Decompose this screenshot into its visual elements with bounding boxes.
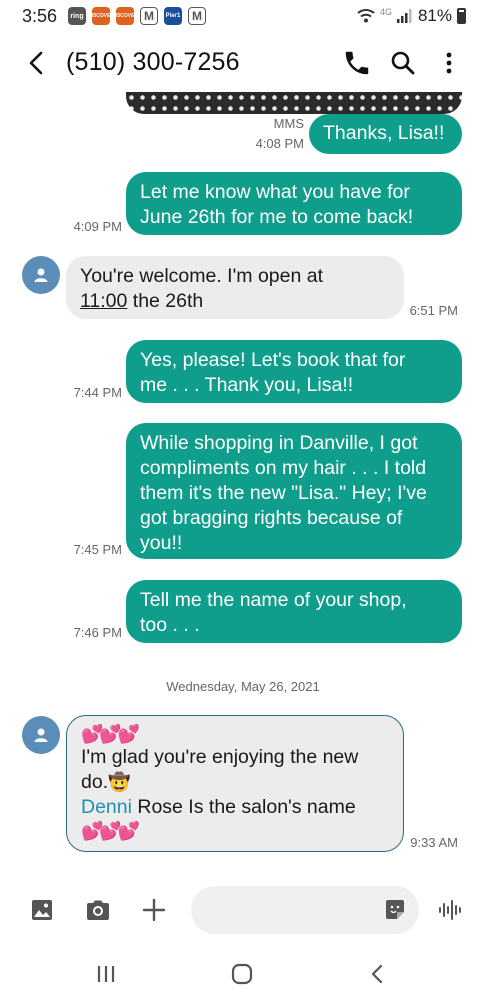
- pier1-notification-icon: Pier1: [164, 7, 182, 25]
- message-text-line: June 26th for me to come back!: [140, 206, 414, 228]
- voice-icon[interactable]: [436, 896, 464, 924]
- system-nav-bar: [0, 948, 486, 1000]
- back-arrow-icon[interactable]: [22, 48, 52, 78]
- contact-title: (510) 300-7256: [66, 48, 240, 76]
- discover-notification-icon-2: DISCOVER: [112, 7, 138, 25]
- date-separator: Wednesday, May 26, 2021: [166, 679, 320, 694]
- contact-avatar[interactable]: [22, 716, 60, 754]
- camera-icon[interactable]: [84, 896, 112, 924]
- message-time: 7:44 PM: [73, 385, 122, 400]
- compose-bar: [0, 884, 486, 940]
- message-text-line: I'm glad you're enjoying the new: [81, 746, 359, 768]
- message-input-container[interactable]: [191, 886, 419, 934]
- sticker-icon[interactable]: [383, 898, 407, 922]
- message-text-line: Yes, please! Let's book that for: [140, 349, 406, 371]
- message-text-line: You're welcome. I'm open at: [80, 265, 324, 287]
- message-time: 4:08 PM: [255, 136, 304, 151]
- status-bar: 3:56 ring DISCOVER DISCOVER M Pier1 M 4G…: [0, 0, 486, 32]
- notification-icons: ring DISCOVER DISCOVER M Pier1 M: [68, 7, 206, 25]
- message-input[interactable]: [207, 898, 377, 916]
- message-text-line: 11:00 the 26th: [80, 290, 204, 312]
- message-text: Thanks, Lisa!!: [323, 122, 445, 144]
- hearts-emoji: 💕💕💕: [81, 821, 140, 841]
- status-right: 4G 81%: [357, 6, 466, 26]
- message-text-line: While shopping in Danville, I got: [140, 432, 418, 454]
- gmail-notification-icon-2: M: [188, 7, 206, 25]
- message-time: 7:46 PM: [73, 625, 122, 640]
- sent-message-bubble[interactable]: Yes, please! Let's book that for me . . …: [126, 340, 462, 403]
- message-time: 9:33 AM: [410, 835, 458, 850]
- sent-message-bubble[interactable]: Tell me the name of your shop, too . . .: [126, 580, 462, 643]
- person-icon: [34, 268, 48, 282]
- battery-percent: 81%: [417, 6, 452, 25]
- plus-icon[interactable]: [140, 896, 168, 924]
- hearts-emoji: 💕💕💕: [81, 724, 140, 744]
- sent-message-bubble[interactable]: Thanks, Lisa!!: [309, 114, 462, 154]
- message-text-line: them it's the new "Lisa." Hey; I've: [140, 482, 427, 504]
- more-vert-icon[interactable]: [434, 48, 464, 78]
- conversation-header: (510) 300-7256: [0, 36, 486, 92]
- wifi-icon: [357, 9, 375, 23]
- mms-label: MMS: [273, 116, 304, 131]
- received-message-bubble[interactable]: You're welcome. I'm open at 11:00 the 26…: [66, 256, 404, 319]
- message-text-line: do.🤠: [81, 771, 131, 793]
- status-time: 3:56: [22, 6, 58, 26]
- message-text-line: Tell me the name of your shop,: [140, 589, 407, 611]
- discover-notification-icon: DISCOVER: [88, 7, 114, 25]
- message-text-line: Let me know what you have for: [140, 181, 410, 203]
- cowboy-emoji: 🤠: [108, 772, 131, 792]
- message-time: 7:45 PM: [73, 542, 122, 557]
- person-icon: [34, 728, 48, 742]
- received-message-bubble-selected[interactable]: 💕💕💕 I'm glad you're enjoying the new do.…: [66, 715, 404, 852]
- message-text-line: compliments on my hair . . . I told: [140, 457, 427, 479]
- message-time: 6:51 PM: [409, 303, 458, 318]
- phone-icon[interactable]: [342, 48, 372, 78]
- message-text-line: me . . . Thank you, Lisa!!: [140, 374, 354, 396]
- contact-name-link[interactable]: Denni: [81, 796, 132, 818]
- ring-notification-icon: ring: [68, 7, 86, 25]
- gallery-icon[interactable]: [28, 896, 56, 924]
- gmail-notification-icon: M: [140, 7, 158, 25]
- recents-icon[interactable]: [94, 962, 118, 986]
- time-link[interactable]: 11:00: [80, 290, 127, 312]
- battery-icon: [457, 8, 466, 24]
- search-icon[interactable]: [388, 48, 418, 78]
- message-time: 4:09 PM: [73, 219, 122, 234]
- home-icon[interactable]: [230, 962, 254, 986]
- network-type: 4G: [379, 7, 392, 17]
- mms-image-attachment[interactable]: [126, 92, 462, 114]
- message-list[interactable]: MMS 4:08 PM Thanks, Lisa!! 4:09 PM Let m…: [0, 92, 486, 872]
- sent-message-bubble[interactable]: While shopping in Danville, I got compli…: [126, 423, 462, 559]
- message-text-line: got bragging rights because of: [140, 507, 403, 529]
- contact-avatar[interactable]: [22, 256, 60, 294]
- message-text-line: too . . .: [140, 614, 200, 636]
- message-text-line: Denni Rose Is the salon's name: [81, 796, 356, 818]
- message-text-line: you!!: [140, 532, 183, 554]
- nav-back-icon[interactable]: [366, 962, 390, 986]
- signal-icon: [396, 9, 412, 23]
- sent-message-bubble[interactable]: Let me know what you have for June 26th …: [126, 172, 462, 235]
